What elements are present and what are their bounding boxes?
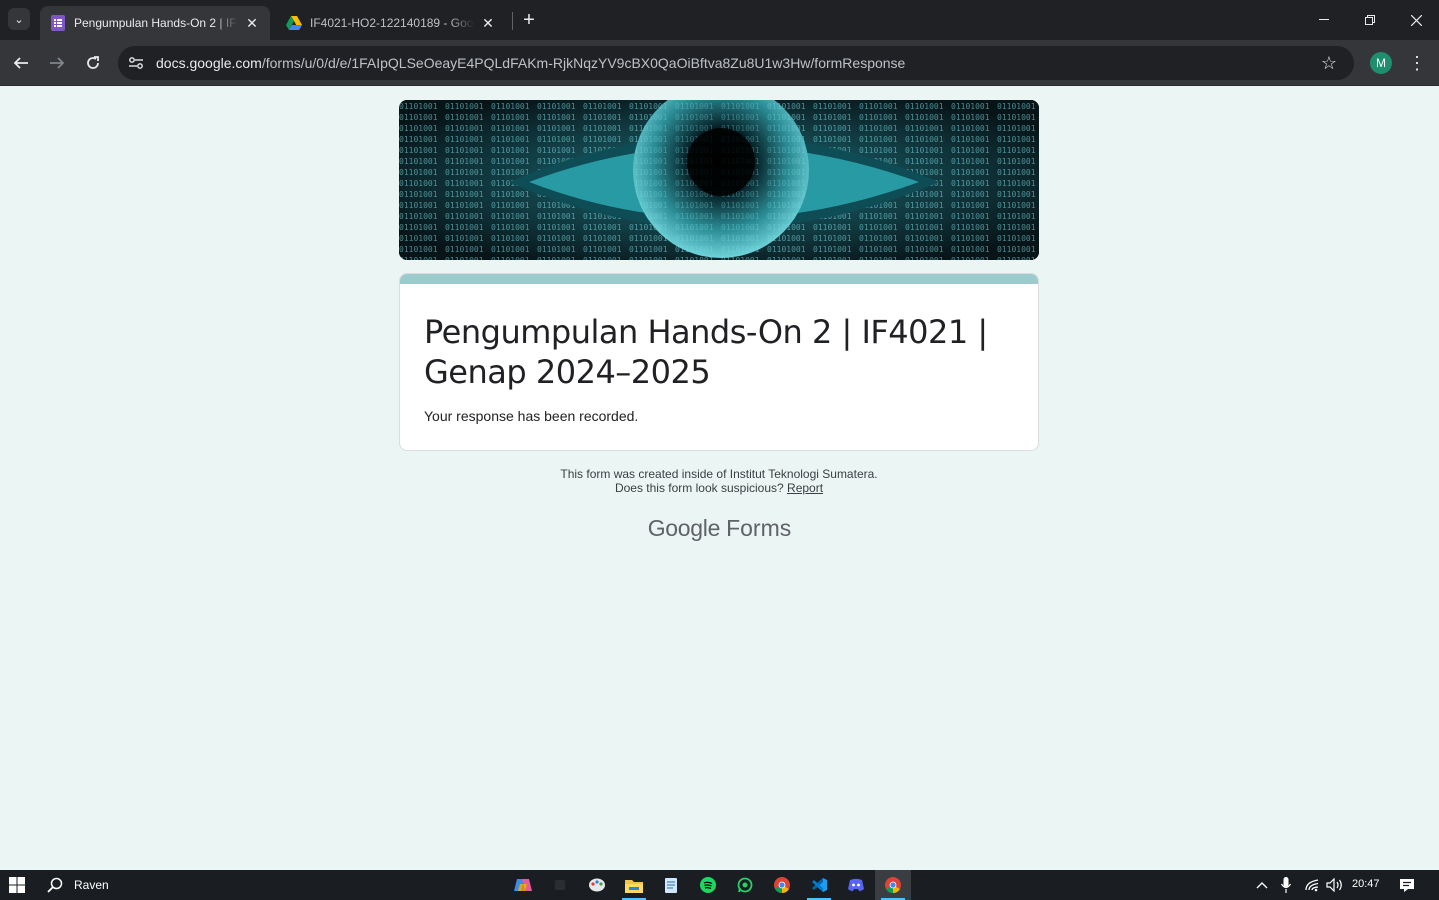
whatsapp-icon[interactable] (727, 870, 763, 900)
address-bar[interactable]: docs.google.com/forms/u/0/d/e/1FAIpQLSeO… (118, 46, 1354, 80)
microphone-icon[interactable] (1278, 870, 1294, 900)
form-title: Pengumpulan Hands-On 2 | IF4021 | Genap … (424, 313, 988, 391)
close-window-button[interactable] (1393, 0, 1439, 40)
google-forms-logo[interactable]: Google Forms (0, 515, 1439, 542)
minimize-icon (1319, 19, 1329, 20)
start-button[interactable] (0, 870, 34, 900)
footer-suspicious-line: Does this form look suspicious? Report (399, 481, 1039, 495)
spotify-icon[interactable] (690, 870, 726, 900)
paint-app-icon[interactable] (579, 870, 615, 900)
google-drive-icon (286, 15, 302, 31)
taskbar-search-text[interactable]: Raven (74, 878, 109, 892)
form-header-image: 01101001 (399, 100, 1039, 260)
close-tab-icon[interactable]: ✕ (480, 15, 496, 31)
site-info-icon[interactable] (126, 53, 146, 73)
url-domain: docs.google.com (156, 55, 262, 71)
profile-avatar[interactable]: M (1370, 52, 1392, 74)
url-text[interactable]: docs.google.com/forms/u/0/d/e/1FAIpQLSeO… (156, 55, 905, 71)
chevron-down-icon: ⌄ (14, 13, 24, 26)
close-icon (1410, 14, 1422, 26)
tab-google-drive[interactable]: IF4021-HO2-122140189 - Google Drive ✕ (276, 6, 506, 40)
url-path: /forms/u/0/d/e/1FAIpQLSeOeayE4PQLdFAKm-R… (261, 55, 906, 71)
restore-icon (1365, 15, 1375, 25)
form-page: 01101001 Pengumpulan Hands-On 2 | IF4021… (0, 87, 1439, 870)
reload-icon (87, 56, 99, 69)
chrome-icon[interactable] (764, 870, 800, 900)
browser-toolbar: docs.google.com/forms/u/0/d/e/1FAIpQLSeO… (0, 40, 1439, 86)
notepad-icon[interactable] (653, 870, 689, 900)
tab-separator (512, 12, 513, 30)
taskbar-search-icon[interactable] (40, 870, 70, 900)
arrow-right-icon (50, 57, 65, 69)
chrome-active-icon[interactable] (875, 870, 911, 900)
confirmation-message: Your response has been recorded. (424, 408, 639, 424)
browser-menu-icon[interactable]: ⋮ (1406, 52, 1428, 74)
app-dark-icon[interactable] (542, 870, 578, 900)
back-button[interactable] (6, 48, 36, 78)
footer-suspicious-text: Does this form look suspicious? (614, 481, 784, 495)
file-explorer-icon[interactable] (616, 870, 652, 900)
bookmark-star-icon[interactable]: ☆ (1318, 52, 1340, 74)
footer-org-note: This form was created inside of Institut… (560, 467, 878, 481)
windows-taskbar: Raven 20:47 (0, 870, 1439, 900)
close-tab-icon[interactable]: ✕ (244, 15, 260, 31)
tab-title: Pengumpulan Hands-On 2 | IF4021 | Genap … (74, 16, 238, 30)
wifi-icon[interactable] (1302, 870, 1322, 900)
restore-button[interactable] (1347, 0, 1393, 40)
google-forms-icon (50, 15, 66, 31)
notifications-icon[interactable] (1394, 870, 1420, 900)
browser-tab-bar: ⌄ Pengumpulan Hands-On 2 | IF4021 | Gena… (0, 0, 1439, 40)
confirmation-card: Pengumpulan Hands-On 2 | IF4021 | Genap … (399, 273, 1039, 451)
volume-icon[interactable] (1325, 870, 1345, 900)
tab-search-button[interactable]: ⌄ (8, 8, 30, 30)
card-accent-bar (400, 274, 1038, 284)
forms-wordmark: Forms (726, 515, 792, 541)
minimize-button[interactable] (1301, 0, 1347, 40)
report-link[interactable]: Report (787, 481, 823, 495)
discord-icon[interactable] (838, 870, 874, 900)
show-hidden-icons-chevron-up-icon[interactable] (1252, 870, 1272, 900)
vscode-icon[interactable] (801, 870, 837, 900)
taskbar-clock[interactable]: 20:47 (1352, 878, 1380, 890)
reload-button[interactable] (78, 48, 108, 78)
binary-eye-image: 01101001 (399, 100, 1039, 260)
windows-logo-icon (9, 877, 25, 893)
google-wordmark: Google (647, 515, 721, 541)
tab-title: IF4021-HO2-122140189 - Google Drive (310, 16, 474, 30)
arrow-left-icon (13, 57, 28, 69)
forward-button[interactable] (42, 48, 72, 78)
new-tab-button[interactable]: + (518, 9, 540, 31)
form-footer: This form was created inside of Institut… (399, 467, 1039, 495)
copilot-icon[interactable] (505, 870, 541, 900)
tab-google-forms[interactable]: Pengumpulan Hands-On 2 | IF4021 | Genap … (40, 6, 270, 40)
